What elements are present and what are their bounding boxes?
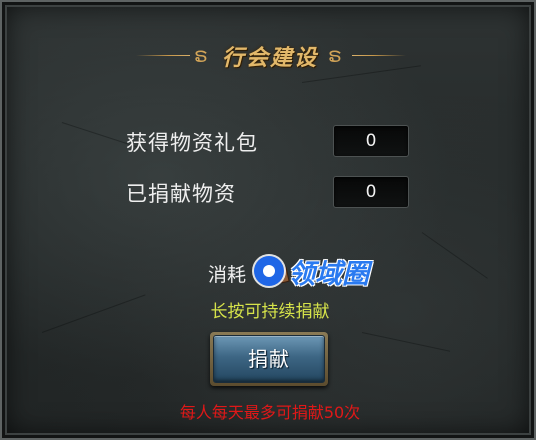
donate-button-label: 捐献 [213, 335, 325, 383]
title-ornament-right-icon: ຣ [328, 43, 342, 67]
donated-materials-value: 0 [333, 176, 409, 208]
title-divider-right [352, 55, 406, 56]
dialog-title: 行会建设 [221, 45, 318, 71]
title-ornament-left-icon: ຣ [194, 43, 208, 67]
daily-limit-text: 每人每天最多可捐献50次 [179, 403, 361, 422]
received-gift-label: 获得物资礼包 [126, 131, 258, 155]
received-gift-value: 0 [333, 125, 409, 157]
hold-to-donate-hint: 长按可持续捐献 [210, 302, 330, 322]
title-bar: ຣ 行会建设 ຣ [2, 38, 536, 72]
consume-label: 消耗 [208, 264, 247, 286]
donate-button[interactable]: 捐献 [210, 332, 328, 386]
watermark-logo-icon [254, 256, 284, 286]
guild-construction-dialog: ຣ 行会建设 ຣ 获得物资礼包 0 已捐献物资 0 消耗 领域圈 长按可持续捐献… [0, 0, 536, 440]
title-divider-left [136, 55, 190, 56]
donated-materials-label: 已捐献物资 [126, 182, 236, 206]
watermark-text: 领域圈 [288, 259, 369, 290]
